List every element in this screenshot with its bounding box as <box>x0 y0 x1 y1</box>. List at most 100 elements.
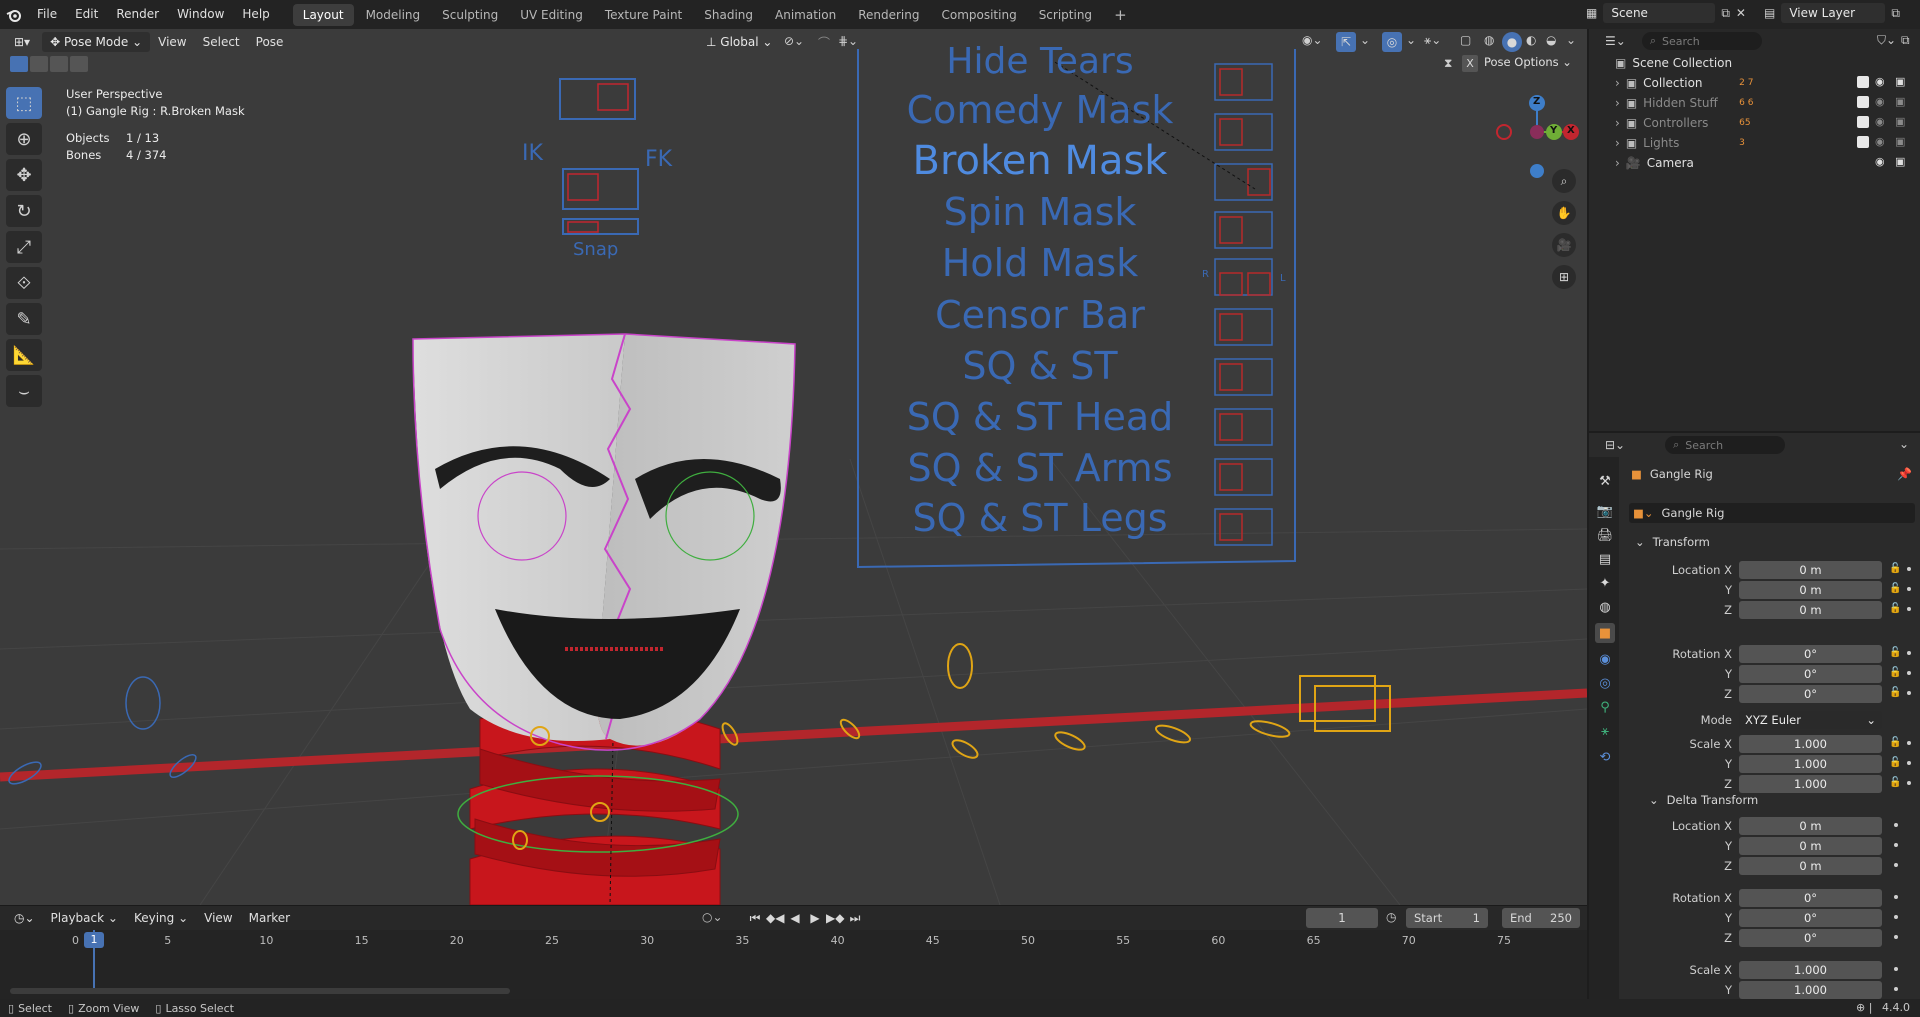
property-value-field[interactable]: 0° <box>1739 665 1882 683</box>
exclude-checkbox[interactable] <box>1857 96 1869 108</box>
outliner-item[interactable]: › 🎥 Camera ◉ ▣ <box>1589 153 1920 173</box>
playhead-frame-badge[interactable]: 1 <box>84 932 104 948</box>
preview-range-icon[interactable]: ◷ <box>1386 910 1396 924</box>
lock-icon[interactable]: 🔓 <box>1889 647 1901 659</box>
property-value-field[interactable]: 0° <box>1739 645 1882 663</box>
bone-envelope-tool-icon[interactable]: ⌣ <box>6 375 42 407</box>
new-scene-icon[interactable]: ⧉ <box>1721 6 1730 21</box>
transform-tool-icon[interactable]: ⟐ <box>6 267 42 299</box>
control-label[interactable]: Hold Mask <box>860 237 1220 289</box>
next-keyframe-icon[interactable]: ▶◆ <box>826 909 844 927</box>
move-tool-icon[interactable]: ✥ <box>6 159 42 191</box>
pivot-icon[interactable]: ⊘⌄ <box>784 34 804 48</box>
select-subtract-icon[interactable] <box>50 56 68 72</box>
eye-icon[interactable]: ◉ <box>1875 115 1885 128</box>
current-frame-field[interactable]: 1 <box>1306 908 1378 928</box>
scene-field[interactable]: Scene <box>1603 3 1716 23</box>
property-value-field[interactable]: 0 m <box>1739 837 1882 855</box>
exclude-checkbox[interactable] <box>1857 136 1869 148</box>
camera-render-icon[interactable]: ▣ <box>1895 155 1905 168</box>
exclude-checkbox[interactable] <box>1857 156 1869 168</box>
jump-start-icon[interactable]: ⏮ <box>746 909 764 927</box>
material-shading-icon[interactable]: ◐ <box>1526 33 1536 47</box>
visibility-icon[interactable]: ◉⌄ <box>1302 33 1323 47</box>
overlays-icon[interactable]: ◎ <box>1382 32 1402 52</box>
wireframe-shading-icon[interactable]: ◍ <box>1484 33 1494 47</box>
property-value-field[interactable]: 0 m <box>1739 601 1882 619</box>
property-value-field[interactable]: 1.000 <box>1739 775 1882 793</box>
lock-icon[interactable]: 🔓 <box>1889 757 1901 769</box>
rotation-mode-dropdown[interactable]: XYZ Euler ⌄ <box>1739 711 1882 729</box>
outliner-type-icon[interactable]: ☰⌄ <box>1605 34 1626 48</box>
scene-collection-row[interactable]: ▣ Scene Collection <box>1589 53 1920 73</box>
camera-render-icon[interactable]: ▣ <box>1895 95 1905 108</box>
render-tab-icon[interactable]: 📷 <box>1595 501 1615 521</box>
zoom-icon[interactable]: ⌕ <box>1552 169 1576 193</box>
select-extend-icon[interactable] <box>30 56 48 72</box>
control-label[interactable]: SQ & ST <box>860 341 1220 391</box>
eye-icon[interactable]: ◉ <box>1875 75 1885 88</box>
chevron-down-icon[interactable]: ⌄ <box>1899 437 1909 451</box>
property-value-field[interactable]: 0 m <box>1739 581 1882 599</box>
keyframe-dot-icon[interactable] <box>1894 987 1898 991</box>
tab-rendering[interactable]: Rendering <box>848 4 929 26</box>
tab-shading[interactable]: Shading <box>694 4 763 26</box>
keyframe-dot-icon[interactable] <box>1907 761 1911 765</box>
keyframe-dot-icon[interactable] <box>1894 843 1898 847</box>
keyframe-dot-icon[interactable] <box>1907 651 1911 655</box>
shading-options-icon[interactable]: ⌄ <box>1566 33 1576 47</box>
outliner-item[interactable]: › ▣ Controllers 65 ◉ ▣ <box>1589 113 1920 133</box>
orientation-dropdown[interactable]: ⊥ Global ⌄ <box>698 32 780 52</box>
solid-shading-icon[interactable]: ● <box>1502 32 1522 52</box>
delete-scene-icon[interactable]: ✕ <box>1736 6 1746 20</box>
snap-icon[interactable]: ⌒ <box>818 34 830 51</box>
snap-label[interactable]: Snap <box>573 239 618 260</box>
tab-scripting[interactable]: Scripting <box>1029 4 1102 26</box>
pose-options-dropdown[interactable]: Pose Options ⌄ <box>1484 55 1572 69</box>
rotate-tool-icon[interactable]: ↻ <box>6 195 42 227</box>
outliner-item[interactable]: › ▣ Collection 2 7 ◉ ▣ <box>1589 73 1920 93</box>
output-tab-icon[interactable]: 🖨 <box>1595 525 1615 545</box>
hold-r-label[interactable]: R <box>1202 269 1209 280</box>
add-workspace-button[interactable]: + <box>1104 4 1137 26</box>
editor-type-icon[interactable]: ⊞▾ <box>0 35 36 49</box>
tool-tab-icon[interactable]: ⚒ <box>1595 471 1615 491</box>
filter-icon[interactable]: ⛉⌄ <box>1877 33 1896 48</box>
lock-icon[interactable]: 🔓 <box>1889 737 1901 749</box>
eye-icon[interactable]: ◉ <box>1875 135 1885 148</box>
outliner-item[interactable]: › ▣ Lights 3 ◉ ▣ <box>1589 133 1920 153</box>
keyframe-dot-icon[interactable] <box>1907 607 1911 611</box>
menu-file[interactable]: File <box>28 0 66 29</box>
menu-marker[interactable]: Marker <box>241 911 298 925</box>
mirror-x-toggle[interactable]: X <box>1462 55 1478 72</box>
object-datablock-field[interactable]: ■⌄ Gangle Rig <box>1629 503 1915 523</box>
camera-render-icon[interactable]: ▣ <box>1895 75 1905 88</box>
tab-sculpting[interactable]: Sculpting <box>432 4 508 26</box>
pin-icon[interactable]: 📌 <box>1897 467 1912 481</box>
annotate-tool-icon[interactable]: ✎ <box>6 303 42 335</box>
menu-view[interactable]: View <box>150 35 194 49</box>
keyframe-dot-icon[interactable] <box>1907 741 1911 745</box>
keyframe-dot-icon[interactable] <box>1907 781 1911 785</box>
menu-render[interactable]: Render <box>107 0 168 29</box>
properties-search[interactable]: ⌕ Search <box>1665 436 1786 454</box>
blender-logo-icon[interactable] <box>0 0 28 29</box>
camera-view-icon[interactable]: 🎥 <box>1552 233 1576 257</box>
lock-icon[interactable]: 🔓 <box>1889 667 1901 679</box>
property-value-field[interactable]: 0 m <box>1739 561 1882 579</box>
keyframe-dot-icon[interactable] <box>1894 935 1898 939</box>
timeline-track-area[interactable]: 0 5 10 15 20 25 30 35 40 45 50 55 60 65 70 75 1 <box>0 930 1587 1000</box>
lock-icon[interactable]: 🔓 <box>1889 563 1901 575</box>
hold-l-label[interactable]: L <box>1280 273 1286 284</box>
transform-panel-header[interactable]: ⌄ Transform <box>1635 535 1710 549</box>
timeline-editor-type-icon[interactable]: ◷⌄ <box>0 911 43 925</box>
tab-texture-paint[interactable]: Texture Paint <box>595 4 692 26</box>
select-intersect-icon[interactable] <box>70 56 88 72</box>
new-collection-icon[interactable]: ⧉ <box>1901 33 1910 48</box>
exclude-checkbox[interactable] <box>1857 76 1869 88</box>
fk-label[interactable]: FK <box>645 147 672 172</box>
symmetry-icon[interactable]: ⧗ <box>1444 56 1452 71</box>
menu-pose[interactable]: Pose <box>248 35 292 49</box>
exclude-checkbox[interactable] <box>1857 116 1869 128</box>
control-label[interactable]: Comedy Mask <box>860 85 1220 135</box>
